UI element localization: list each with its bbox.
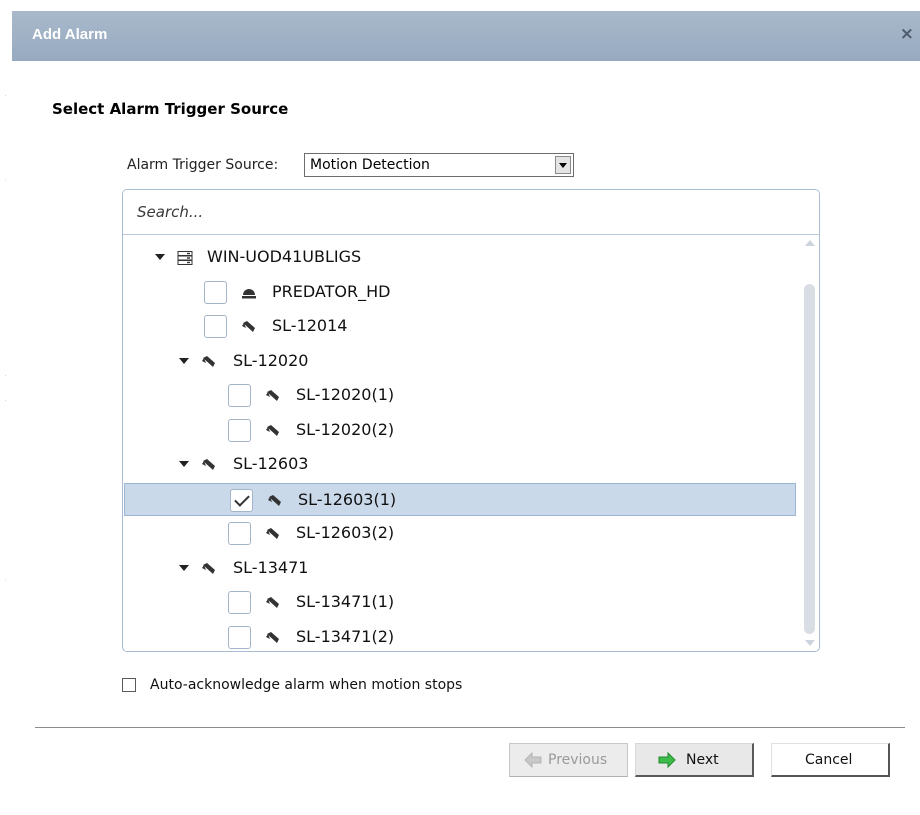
title-bar: Add Alarm ×	[12, 11, 920, 61]
cancel-button-label: Cancel	[805, 752, 853, 768]
search-input[interactable]	[123, 190, 819, 235]
dialog-title: Add Alarm	[32, 26, 108, 43]
camera-icon	[241, 319, 257, 333]
tree-checkbox[interactable]	[204, 315, 227, 338]
cancel-button[interactable]: Cancel	[771, 743, 890, 777]
tree-row-win-uod41ubligs[interactable]: WIN-UOD41UBLIGS	[123, 241, 795, 274]
tree-item-label: SL-13471(2)	[296, 626, 395, 646]
dropdown-arrow-icon[interactable]	[555, 156, 571, 174]
tree-item-label: WIN-UOD41UBLIGS	[207, 247, 362, 266]
tree-item-label: SL-13471(1)	[296, 592, 395, 611]
tree-item-label: SL-12014	[272, 316, 348, 335]
trigger-source-select[interactable]: Motion Detection	[304, 153, 574, 177]
camera-icon	[265, 388, 281, 402]
tree-row-sl-12020-1[interactable]: SL-12020(1)	[123, 379, 795, 412]
scroll-down-icon[interactable]	[805, 640, 815, 646]
camera-icon	[267, 493, 283, 507]
next-button-label: Next	[686, 752, 719, 768]
tree-checkbox[interactable]	[228, 522, 251, 545]
tree-scrollbar[interactable]	[801, 236, 818, 650]
tree-item-label: SL-12020(2)	[296, 419, 395, 439]
auto-acknowledge-checkbox[interactable]	[122, 678, 136, 692]
right-arrow-icon	[658, 752, 676, 768]
camera-icon	[201, 354, 217, 368]
tree-row-sl-12014[interactable]: SL-12014	[123, 310, 795, 343]
tree-row-predator-hd[interactable]: PREDATOR_HD	[123, 276, 795, 309]
background-window-edge	[0, 0, 12, 815]
tree-row-sl-13471-2[interactable]: SL-13471(2)	[123, 621, 795, 652]
tree-checkbox[interactable]	[228, 625, 251, 649]
tree-checkbox[interactable]	[228, 418, 251, 442]
expand-caret-icon[interactable]	[179, 564, 189, 571]
tree-row-sl-13471[interactable]: SL-13471	[123, 552, 795, 585]
trigger-source-label: Alarm Trigger Source:	[127, 157, 279, 173]
tree-item-label: SL-12020(1)	[296, 385, 395, 404]
footer-divider	[35, 727, 905, 729]
tree-item-label: SL-12603(1)	[298, 489, 397, 509]
tree-row-sl-12603[interactable]: SL-12603	[123, 448, 795, 481]
tree-row-sl-12603-1[interactable]: SL-12603(1)	[124, 482, 796, 516]
scroll-up-icon[interactable]	[805, 240, 815, 246]
dome-camera-icon	[241, 285, 257, 299]
expand-caret-icon[interactable]	[155, 254, 165, 260]
camera-icon	[265, 630, 281, 644]
tree-checkbox[interactable]	[228, 384, 251, 407]
camera-icon	[265, 423, 281, 437]
tree-item-label: SL-13471	[233, 557, 309, 577]
next-button[interactable]: Next	[635, 743, 754, 777]
expand-caret-icon[interactable]	[179, 357, 189, 364]
camera-icon	[265, 526, 281, 540]
left-arrow-icon	[524, 752, 542, 768]
server-icon	[177, 250, 193, 265]
camera-icon	[265, 595, 281, 609]
add-alarm-dialog: Add Alarm × Select Alarm Trigger Source …	[12, 11, 920, 815]
tree-item-label: SL-12020	[233, 350, 309, 370]
previous-button[interactable]: Previous	[509, 743, 628, 777]
source-tree-panel: WIN-UOD41UBLIGS PREDATOR_HD SL-12014 SL-120…	[122, 189, 820, 652]
tree-item-label: SL-12603	[233, 454, 309, 473]
tree-row-sl-12020[interactable]: SL-12020	[123, 345, 795, 378]
tree-item-label: PREDATOR_HD	[272, 281, 391, 301]
tree-checkbox[interactable]	[204, 280, 227, 304]
trigger-source-value: Motion Detection	[310, 157, 430, 173]
tree-checkbox[interactable]	[230, 488, 253, 512]
section-title: Select Alarm Trigger Source	[52, 100, 289, 118]
tree-row-sl-13471-1[interactable]: SL-13471(1)	[123, 586, 795, 619]
tree-row-sl-12603-2[interactable]: SL-12603(2)	[123, 517, 795, 550]
auto-acknowledge-label: Auto-acknowledge alarm when motion stops	[150, 677, 463, 693]
close-icon[interactable]: ×	[900, 24, 914, 44]
tree-row-sl-12020-2[interactable]: SL-12020(2)	[123, 414, 795, 447]
tree-checkbox[interactable]	[228, 591, 251, 614]
tree-item-label: SL-12603(2)	[296, 523, 395, 542]
previous-button-label: Previous	[548, 752, 608, 768]
expand-caret-icon[interactable]	[179, 461, 189, 467]
camera-icon	[201, 561, 217, 575]
camera-icon	[201, 457, 217, 471]
scroll-thumb[interactable]	[804, 284, 815, 634]
